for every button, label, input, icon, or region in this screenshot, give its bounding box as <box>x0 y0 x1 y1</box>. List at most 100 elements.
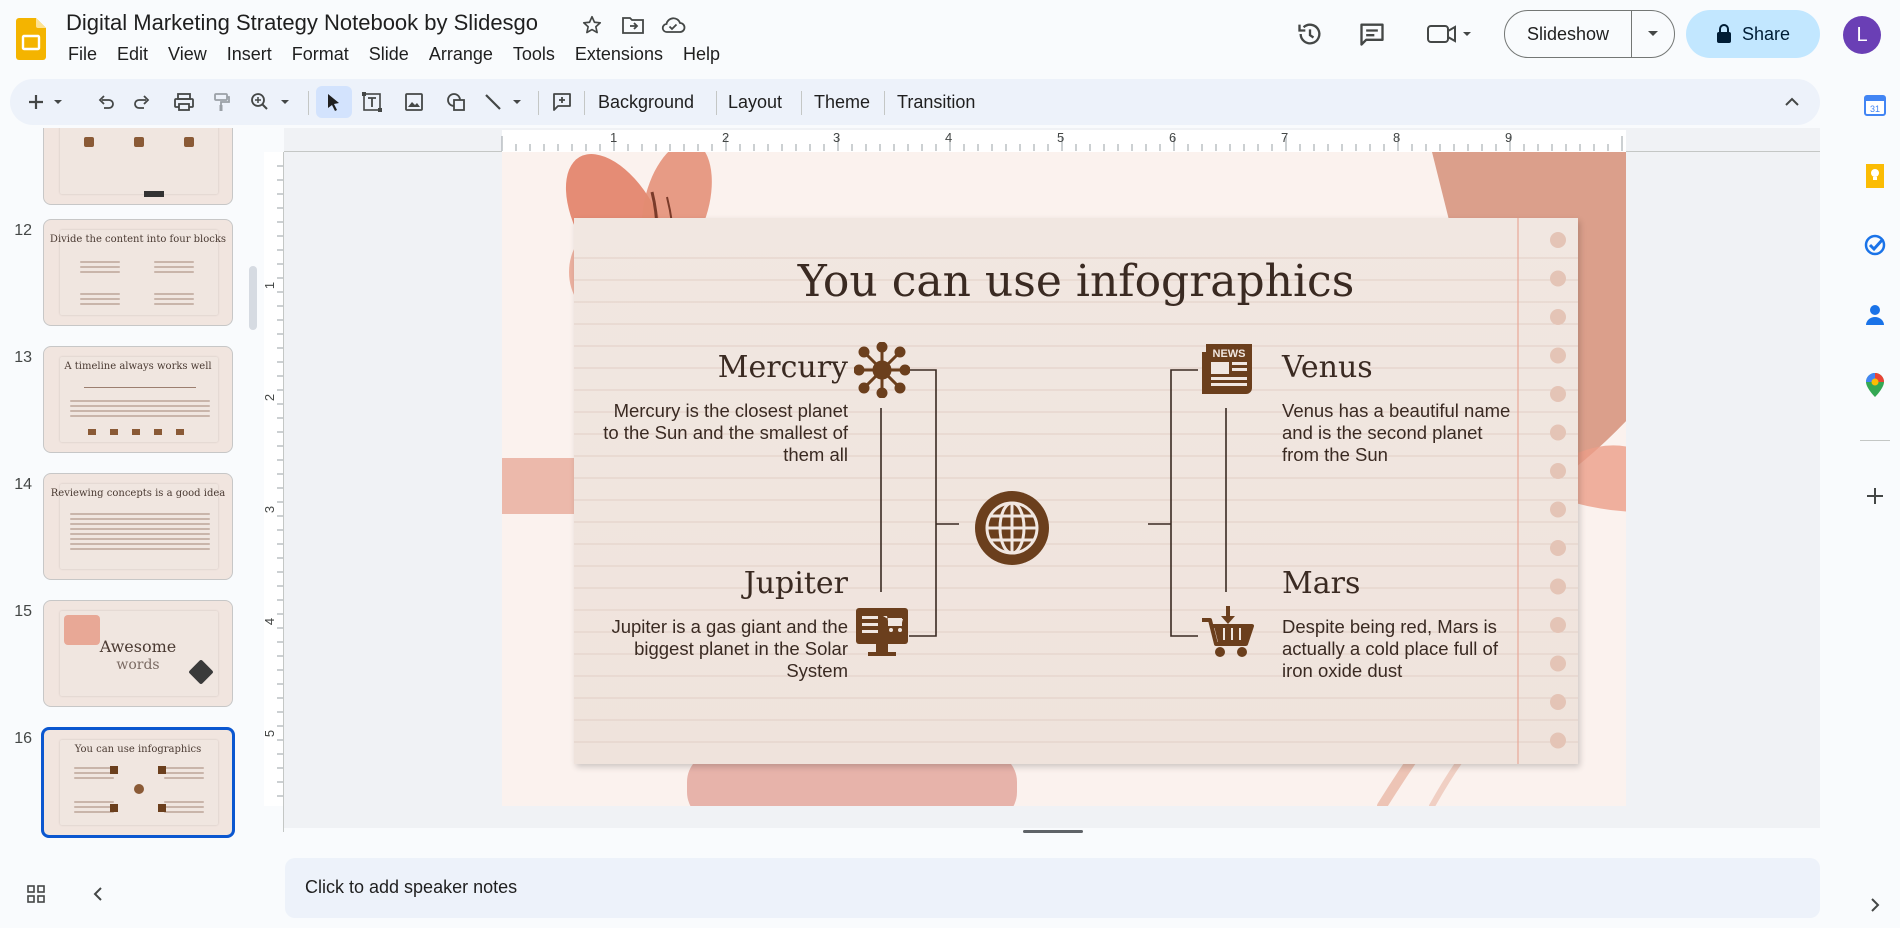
chevron-down-icon <box>1648 31 1658 36</box>
maps-icon[interactable] <box>1860 370 1890 400</box>
ruler-label: 1 <box>262 281 278 290</box>
online-shop-icon[interactable] <box>854 604 910 660</box>
lock-icon <box>1716 24 1731 43</box>
menu-extensions[interactable]: Extensions <box>565 42 673 69</box>
select-tool-icon[interactable] <box>316 86 352 118</box>
add-comment-icon[interactable] <box>546 86 578 118</box>
slides-logo[interactable] <box>16 18 46 60</box>
contacts-icon[interactable] <box>1860 300 1890 330</box>
slide-thumbnail-15[interactable]: Awesome words <box>43 600 233 707</box>
menu-slide[interactable]: Slide <box>359 42 419 69</box>
grid-view-icon[interactable] <box>22 880 50 908</box>
ruler-label: 4 <box>262 617 278 626</box>
slideshow-button[interactable]: Slideshow <box>1505 11 1632 57</box>
layout-button[interactable]: Layout <box>720 86 790 118</box>
ruler-label: 8 <box>1393 130 1401 145</box>
connector-lines <box>880 369 1227 637</box>
network-icon[interactable] <box>853 341 911 399</box>
slide-thumbnail-title: Reviewing concepts is a good idea <box>50 488 226 499</box>
undo-icon[interactable] <box>90 86 122 118</box>
redo-icon[interactable] <box>126 86 158 118</box>
menu-bar: File Edit View Insert Format Slide Arran… <box>58 42 730 69</box>
version-history-icon[interactable] <box>1292 16 1328 52</box>
menu-insert[interactable]: Insert <box>217 42 282 69</box>
ruler-label: 1 <box>610 130 618 145</box>
ruler-label: 2 <box>262 393 278 402</box>
meet-icon[interactable] <box>1422 16 1478 52</box>
slide-number: 14 <box>14 476 32 493</box>
shape-icon[interactable] <box>440 86 472 118</box>
share-label: Share <box>1741 23 1791 44</box>
menu-arrange[interactable]: Arrange <box>419 42 503 69</box>
slide-thumbnail-title: Divide the content into four blocks <box>49 234 227 245</box>
speaker-notes-placeholder: Click to add speaker notes <box>305 877 518 897</box>
calendar-icon[interactable]: 31 <box>1860 90 1890 120</box>
slide-thumbnail-title: Awesome <box>99 637 177 656</box>
tasks-icon[interactable] <box>1860 230 1890 260</box>
paint-format-icon[interactable] <box>206 86 238 118</box>
menu-view[interactable]: View <box>158 42 217 69</box>
globe-icon[interactable] <box>974 490 1050 566</box>
svg-text:31: 31 <box>1870 104 1880 114</box>
collapse-filmstrip-icon[interactable] <box>84 880 112 908</box>
slide-thumbnail-11[interactable] <box>43 128 233 205</box>
new-slide-button[interactable] <box>24 86 68 118</box>
collapse-toolbar-icon[interactable] <box>1776 86 1808 118</box>
theme-button[interactable]: Theme <box>806 86 878 118</box>
add-addon-icon[interactable] <box>1860 481 1890 511</box>
rail-divider <box>1860 440 1890 441</box>
slide-thumbnail-12[interactable]: Divide the content into four blocks <box>43 219 233 326</box>
ruler-label: 9 <box>1505 130 1513 145</box>
slide-thumbnail-16[interactable]: You can use infographics <box>41 727 235 838</box>
document-title[interactable]: Digital Marketing Strategy Notebook by S… <box>66 10 538 36</box>
ruler-label: 5 <box>1057 130 1065 145</box>
slide-thumbnail-13[interactable]: A timeline always works well <box>43 346 233 453</box>
menu-edit[interactable]: Edit <box>107 42 158 69</box>
menu-help[interactable]: Help <box>673 42 730 69</box>
menu-tools[interactable]: Tools <box>503 42 565 69</box>
account-avatar[interactable]: L <box>1843 16 1881 54</box>
print-icon[interactable] <box>168 86 200 118</box>
news-icon[interactable]: NEWS <box>1200 342 1256 398</box>
slideshow-button-group: Slideshow <box>1504 10 1675 58</box>
ruler-label: 5 <box>262 729 278 738</box>
share-button[interactable]: Share <box>1686 10 1820 58</box>
ruler-label: 2 <box>722 130 730 145</box>
zoom-button[interactable] <box>248 86 300 118</box>
slide-number: 15 <box>14 603 32 620</box>
news-icon-label: NEWS <box>1213 348 1246 360</box>
star-icon[interactable] <box>579 12 605 38</box>
text-box-icon[interactable] <box>356 86 388 118</box>
keep-icon[interactable] <box>1860 160 1890 190</box>
transition-button[interactable]: Transition <box>889 86 983 118</box>
ruler-label: 6 <box>1169 130 1177 145</box>
slide-thumbnail-title: A timeline always works well <box>64 361 212 372</box>
background-button[interactable]: Background <box>590 86 702 118</box>
ruler-label: 4 <box>945 130 953 145</box>
insert-image-icon[interactable] <box>398 86 430 118</box>
menu-file[interactable]: File <box>58 42 107 69</box>
comments-icon[interactable] <box>1354 16 1390 52</box>
slide-number: 16 <box>14 730 32 747</box>
slide-filmstrip: 12 Divide the content into four blocks 1… <box>0 128 236 843</box>
slide-number: 12 <box>14 222 32 239</box>
ruler-label: 7 <box>1281 130 1289 145</box>
expand-side-panel-icon[interactable] <box>1860 890 1890 920</box>
cart-icon[interactable] <box>1200 604 1256 660</box>
slide-thumbnail-14[interactable]: Reviewing concepts is a good idea <box>43 473 233 580</box>
cloud-saved-icon[interactable] <box>660 12 686 38</box>
slideshow-options-button[interactable] <box>1632 11 1674 57</box>
toolbar: Background Layout Theme Transition <box>10 79 1820 125</box>
slide-thumbnail-title: You can use infographics <box>74 744 202 755</box>
ruler-label: 3 <box>833 130 841 145</box>
menu-format[interactable]: Format <box>282 42 359 69</box>
ruler-label: 3 <box>262 505 278 514</box>
speaker-notes-field[interactable]: Click to add speaker notes <box>285 858 1820 918</box>
move-folder-icon[interactable] <box>620 12 646 38</box>
vertical-ruler: 1 2 3 4 5 <box>262 152 284 832</box>
slide-canvas[interactable]: You can use infographics Mercury Mercury… <box>502 152 1626 806</box>
horizontal-ruler: 1 2 3 4 5 6 7 8 9 <box>284 130 1820 152</box>
filmstrip-scrollbar[interactable] <box>249 266 257 330</box>
notes-resize-handle[interactable] <box>1023 830 1083 833</box>
line-tool-icon[interactable] <box>482 86 530 118</box>
